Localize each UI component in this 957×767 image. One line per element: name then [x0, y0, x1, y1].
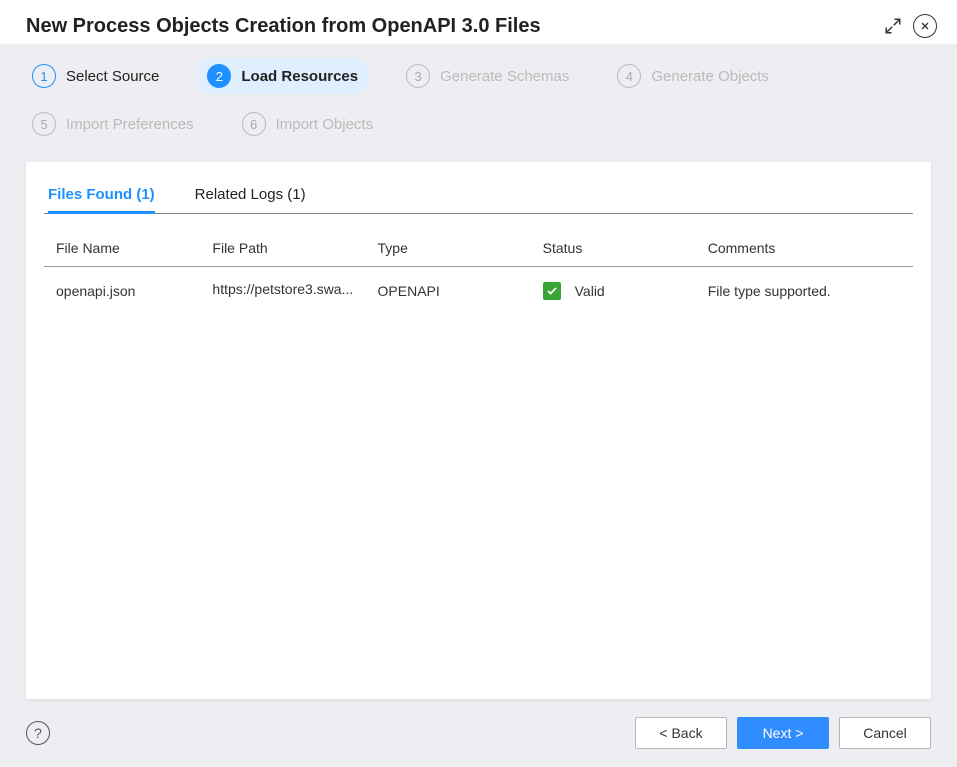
wizard-steps: 1 Select Source 2 Load Resources 3 Gener… [0, 44, 957, 162]
cancel-button[interactable]: Cancel [839, 717, 931, 749]
status-text: Valid [575, 283, 605, 299]
step-number: 6 [242, 112, 266, 136]
column-status: Status [531, 232, 696, 267]
table-row[interactable]: openapi.json https://petstore3.swa... OP… [44, 267, 913, 315]
step-label: Generate Schemas [440, 68, 569, 85]
step-label: Load Resources [241, 68, 358, 85]
column-file-name: File Name [44, 232, 200, 267]
step-label: Generate Objects [651, 68, 769, 85]
file-path-text: https://petstore3.swa... [212, 281, 353, 297]
step-number: 4 [617, 64, 641, 88]
step-generate-schemas[interactable]: 3 Generate Schemas [396, 58, 579, 94]
step-label: Import Preferences [66, 116, 194, 133]
footer-buttons: < Back Next > Cancel [635, 717, 931, 749]
step-number: 2 [207, 64, 231, 88]
step-load-resources[interactable]: 2 Load Resources [197, 58, 368, 94]
tab-files-found[interactable]: Files Found (1) [48, 180, 155, 213]
column-comments: Comments [696, 232, 913, 267]
checkmark-icon [543, 282, 561, 300]
tab-related-logs[interactable]: Related Logs (1) [195, 180, 306, 213]
content-panel: Files Found (1) Related Logs (1) File Na… [26, 162, 931, 699]
footer: ? < Back Next > Cancel [0, 699, 957, 767]
step-label: Import Objects [276, 116, 374, 133]
close-icon[interactable] [913, 14, 937, 38]
files-table: File Name File Path Type Status Comments… [44, 232, 913, 314]
title-actions [881, 14, 937, 38]
step-number: 1 [32, 64, 56, 88]
step-generate-objects[interactable]: 4 Generate Objects [607, 58, 779, 94]
back-button[interactable]: < Back [635, 717, 727, 749]
help-icon[interactable]: ? [26, 721, 50, 745]
dialog-title: New Process Objects Creation from OpenAP… [26, 15, 541, 38]
step-import-objects[interactable]: 6 Import Objects [232, 106, 384, 142]
step-number: 3 [406, 64, 430, 88]
dialog-wizard: New Process Objects Creation from OpenAP… [0, 0, 957, 767]
step-label: Select Source [66, 68, 159, 85]
cell-file-path: https://petstore3.swa... [200, 267, 365, 315]
column-file-path: File Path [200, 232, 365, 267]
titlebar: New Process Objects Creation from OpenAP… [0, 0, 957, 44]
cell-status: Valid [531, 267, 696, 315]
step-import-preferences[interactable]: 5 Import Preferences [22, 106, 204, 142]
expand-icon[interactable] [881, 14, 905, 38]
column-type: Type [366, 232, 531, 267]
cell-type: OPENAPI [366, 267, 531, 315]
cell-comments: File type supported. [696, 267, 913, 315]
cell-file-name: openapi.json [44, 267, 200, 315]
next-button[interactable]: Next > [737, 717, 829, 749]
step-number: 5 [32, 112, 56, 136]
step-select-source[interactable]: 1 Select Source [22, 58, 169, 94]
tabs: Files Found (1) Related Logs (1) [44, 180, 913, 214]
